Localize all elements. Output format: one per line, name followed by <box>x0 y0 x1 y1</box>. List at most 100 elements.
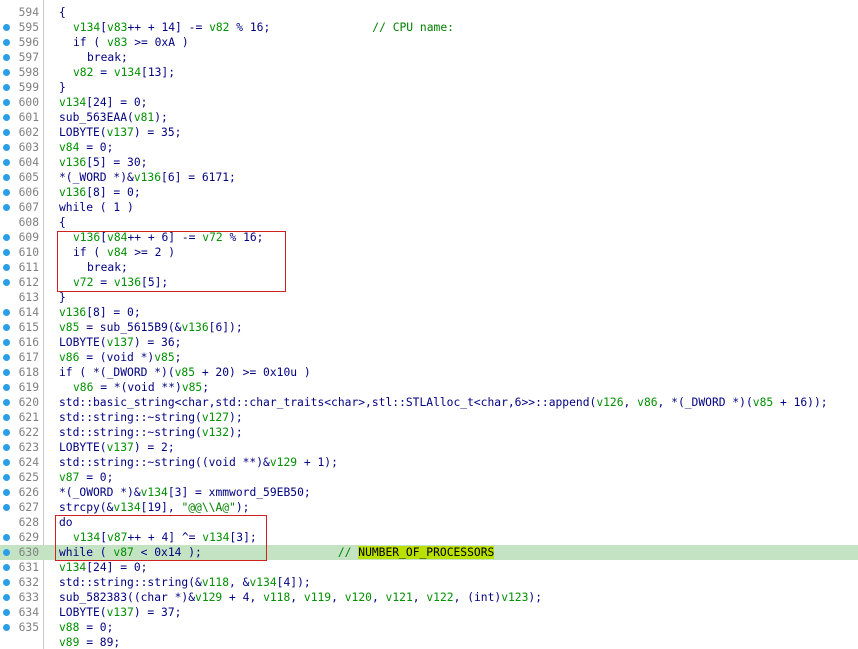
code-variable: v86 <box>73 381 94 394</box>
code-line[interactable]: 600 v134[24] = 0; <box>0 95 858 110</box>
code-token: sub_582383((char *)& <box>59 591 196 604</box>
code-token: + 20) >= 0x10u ) <box>195 366 311 379</box>
code-line[interactable]: 634 LOBYTE(v137) = 37; <box>0 605 858 620</box>
code-token: LOBYTE( <box>59 336 107 349</box>
annotation-box-loop <box>57 231 286 292</box>
code-text: v136[5] = 30; <box>59 155 147 170</box>
code-variable: v137 <box>106 441 134 454</box>
code-line[interactable]: 633 sub_582383((char *)&v129 + 4, v118, v… <box>0 590 858 605</box>
line-number: 616 <box>18 336 39 349</box>
code-line[interactable]: 631 v134[24] = 0; <box>0 560 858 575</box>
code-token: [19], <box>140 501 182 514</box>
code-variable: v84 <box>59 141 80 154</box>
code-line[interactable]: 604 v136[5] = 30; <box>0 155 858 170</box>
line-number: 620 <box>18 396 39 409</box>
annotation-box-do-while <box>55 515 267 561</box>
code-text: std::string::~string(v132); <box>59 425 243 440</box>
code-line[interactable]: 627 strcpy(&v134[19], "@@\\A@"); <box>0 500 858 515</box>
code-token: } <box>59 291 66 304</box>
code-line[interactable]: 619 v86 = *(void **)v85; <box>0 380 858 395</box>
code-token: LOBYTE( <box>59 606 107 619</box>
code-token: ++ + 14] -= <box>127 21 210 34</box>
line-number: 627 <box>18 501 39 514</box>
code-token: std::string::string(& <box>59 576 202 589</box>
code-line[interactable]: 626 *(_OWORD *)&v134[3] = xmmword_59EB50; <box>0 485 858 500</box>
code-line[interactable]: 622 std::string::~string(v132); <box>0 425 858 440</box>
code-line[interactable]: 613} <box>0 290 858 305</box>
code-token: while ( 1 ) <box>59 201 134 214</box>
code-line[interactable]: 635 v88 = 0; <box>0 620 858 635</box>
code-line[interactable]: 632 std::string::string(&v118, &v134[4]); <box>0 575 858 590</box>
code-text: v89 = 89; <box>59 635 120 649</box>
code-variable: v85 <box>154 351 175 364</box>
code-token: std::string::~string((void **)& <box>59 456 270 469</box>
line-number: 596 <box>18 36 39 49</box>
code-line[interactable]: 598 v82 = v134[13]; <box>0 65 858 80</box>
code-token: if ( <box>73 36 108 49</box>
code-token: = 89; <box>79 636 121 649</box>
code-token: ; <box>174 351 182 364</box>
code-text: v84 = 0; <box>59 140 113 155</box>
code-token: [24] = 0; <box>86 96 148 109</box>
code-line[interactable]: 614 v136[8] = 0; <box>0 305 858 320</box>
code-line[interactable]: 625 v87 = 0; <box>0 470 858 485</box>
line-number: 594 <box>18 6 39 19</box>
code-line[interactable]: 616 LOBYTE(v137) = 36; <box>0 335 858 350</box>
code-line[interactable]: 620 std::basic_string<char,std::char_trai… <box>0 395 858 410</box>
code-variable: v82 <box>73 66 94 79</box>
line-number: 597 <box>18 51 39 64</box>
pseudocode-view[interactable]: 594 {595 v134[v83++ + 14] -= v82 % 16; // … <box>0 0 858 649</box>
code-variable: v118 <box>201 576 230 589</box>
code-token: std::string::~string( <box>59 411 202 424</box>
line-number: 629 <box>18 531 39 544</box>
code-text: v134[24] = 0; <box>59 95 147 110</box>
code-line[interactable]: 617 v86 = (void *)v85; <box>0 350 858 365</box>
code-text: std::string::~string((void **)&v129 + 1)… <box>59 455 338 470</box>
code-line[interactable]: 596 if ( v83 >= 0xA ) <box>0 35 858 50</box>
code-line[interactable]: 599} <box>0 80 858 95</box>
code-line[interactable]: 597 break; <box>0 50 858 65</box>
code-variable: v85 <box>752 396 774 409</box>
code-variable: v87 <box>59 471 80 484</box>
code-line[interactable]: 618 if ( *(_DWORD *)(v85 + 20) >= 0x10u ) <box>0 365 858 380</box>
code-token: [8] = 0; <box>86 306 141 319</box>
line-number: 632 <box>18 576 39 589</box>
code-text: v85 = sub_5615B9(&v136[6]); <box>59 320 243 335</box>
code-line[interactable]: 595 v134[v83++ + 14] -= v82 % 16; // CPU … <box>0 20 858 35</box>
code-variable: v118 <box>263 591 291 604</box>
code-line[interactable]: 603 v84 = 0; <box>0 140 858 155</box>
code-token: = 0; <box>79 621 114 634</box>
code-variable: v134 <box>73 21 101 34</box>
code-line[interactable]: 606 v136[8] = 0; <box>0 185 858 200</box>
code-text: { <box>59 5 66 20</box>
code-line[interactable]: 621 std::string::~string(v127); <box>0 410 858 425</box>
code-token: = 0; <box>79 471 114 484</box>
code-variable: v86 <box>637 396 658 409</box>
code-line[interactable]: 605 *(_WORD *)&v136[6] = 6171; <box>0 170 858 185</box>
code-token: ); <box>154 111 168 124</box>
line-number: 613 <box>18 291 39 304</box>
code-token: ) = 36; <box>133 336 182 349</box>
code-line[interactable]: 602 LOBYTE(v137) = 35; <box>0 125 858 140</box>
code-line[interactable]: v89 = 89; <box>0 635 858 649</box>
code-token: = 0; <box>79 141 114 154</box>
line-number: 622 <box>18 426 39 439</box>
code-line[interactable]: 594 { <box>0 5 858 20</box>
code-line[interactable]: 608 { <box>0 215 858 230</box>
line-number: 609 <box>18 231 39 244</box>
code-line[interactable]: 623 LOBYTE(v137) = 2; <box>0 440 858 455</box>
code-variable: v85 <box>181 381 203 394</box>
code-variable: v83 <box>107 36 128 49</box>
code-line[interactable]: 615 v85 = sub_5615B9(&v136[6]); <box>0 320 858 335</box>
search-highlight: NUMBER_OF_PROCESSORS <box>358 546 495 559</box>
line-number: 603 <box>18 141 39 154</box>
code-token: = <box>93 66 114 79</box>
code-line[interactable]: 624 std::string::~string((void **)&v129 +… <box>0 455 858 470</box>
code-variable: v123 <box>501 591 529 604</box>
code-variable: v120 <box>344 591 372 604</box>
code-variable: v137 <box>106 336 134 349</box>
line-number: 634 <box>18 606 39 619</box>
code-line[interactable]: 601 sub_563EAA(v81); <box>0 110 858 125</box>
code-line[interactable]: 607 while ( 1 ) <box>0 200 858 215</box>
code-text: v86 = *(void **)v85; <box>73 380 209 395</box>
